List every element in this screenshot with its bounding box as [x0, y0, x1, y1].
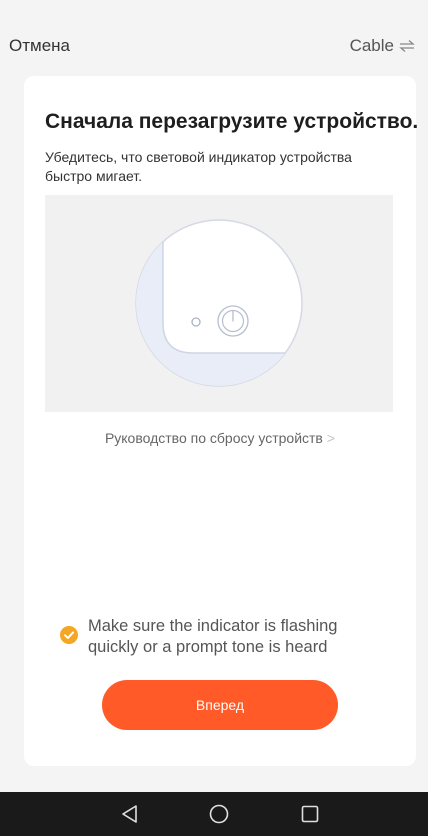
reset-guide-label: Руководство по сбросу устройств — [104, 430, 323, 446]
next-button[interactable]: Вперед — [102, 680, 338, 730]
back-triangle-icon[interactable] — [117, 801, 143, 827]
swap-arrows-icon — [399, 40, 415, 52]
chevron-right-icon: > — [326, 430, 336, 446]
mode-switch-button[interactable]: Cable — [350, 36, 415, 56]
confirm-checkbox[interactable]: Make sure the indicator is flashing quic… — [60, 616, 380, 658]
page-title: Сначала перезагрузите устройство. — [45, 110, 419, 133]
system-nav-bar — [0, 792, 428, 836]
power-button-icon — [135, 219, 303, 387]
device-illustration — [45, 195, 393, 412]
reset-guide-link[interactable]: Руководство по сбросу устройств > — [24, 430, 416, 446]
mode-label: Cable — [349, 36, 394, 55]
recents-square-icon[interactable] — [297, 801, 323, 827]
top-bar: Отмена Cable — [0, 0, 428, 76]
check-circle-icon — [60, 626, 78, 644]
confirm-label: Make sure the indicator is flashing quic… — [88, 617, 338, 656]
instruction-text: Убедитесь, что световой индикатор устрой… — [45, 149, 352, 184]
instruction-card: Сначала перезагрузите устройство. Убедит… — [24, 76, 419, 766]
cancel-button[interactable]: Отмена — [9, 36, 70, 56]
home-circle-icon[interactable] — [206, 801, 232, 827]
